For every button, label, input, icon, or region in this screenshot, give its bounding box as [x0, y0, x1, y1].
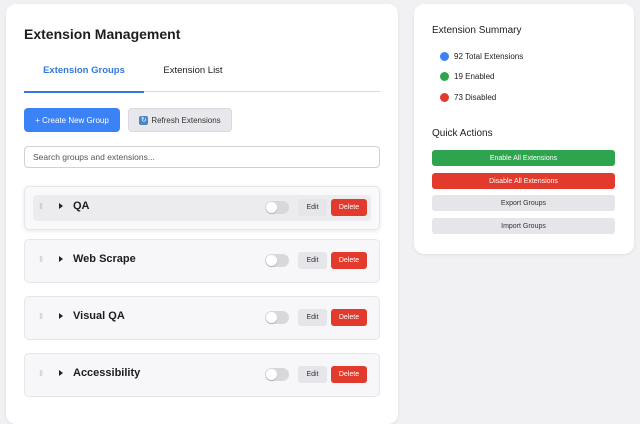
drag-handle-icon[interactable]: ⁝⁝ — [39, 203, 43, 211]
group-card-qa: ⁝⁝ QA Edit Delete — [24, 186, 380, 230]
extension-management-panel: Extension Management Extension Groups Ex… — [6, 4, 398, 424]
stat-total: 92 Total Extensions — [440, 52, 523, 61]
tab-extension-list[interactable]: Extension List — [144, 58, 242, 92]
stat-total-label: 92 Total Extensions — [454, 52, 524, 61]
edit-group-button[interactable]: Edit — [298, 309, 327, 326]
total-dot-icon — [440, 52, 449, 61]
delete-group-button[interactable]: Delete — [331, 366, 367, 383]
drag-handle-icon[interactable]: ⁝⁝ — [39, 256, 43, 264]
edit-group-button[interactable]: Edit — [298, 252, 327, 269]
import-groups-button[interactable]: Import Groups — [432, 218, 615, 234]
group-toggle[interactable] — [265, 254, 289, 267]
disable-all-button[interactable]: Disable All Extensions — [432, 173, 615, 189]
group-toggle[interactable] — [265, 368, 289, 381]
export-groups-button[interactable]: Export Groups — [432, 195, 615, 211]
stat-disabled-label: 73 Disabled — [454, 93, 497, 102]
delete-group-button[interactable]: Delete — [331, 199, 367, 216]
chevron-right-icon[interactable] — [59, 203, 63, 209]
chevron-right-icon[interactable] — [59, 313, 63, 319]
create-new-group-button[interactable]: + Create New Group — [24, 108, 120, 132]
page-title: Extension Management — [24, 26, 181, 42]
chevron-right-icon[interactable] — [59, 256, 63, 262]
group-toggle[interactable] — [265, 201, 289, 214]
enable-all-button[interactable]: Enable All Extensions — [432, 150, 615, 166]
group-toggle[interactable] — [265, 311, 289, 324]
edit-group-button[interactable]: Edit — [298, 366, 327, 383]
refresh-extensions-button[interactable]: ↻ Refresh Extensions — [128, 108, 232, 132]
tab-extension-groups[interactable]: Extension Groups — [24, 58, 144, 93]
stat-disabled: 73 Disabled — [440, 93, 496, 102]
summary-panel: Extension Summary 92 Total Extensions 19… — [414, 4, 634, 254]
group-name: Visual QA — [73, 310, 125, 322]
group-name: Accessibility — [73, 367, 141, 379]
stat-enabled-label: 19 Enabled — [454, 72, 495, 81]
stat-enabled: 19 Enabled — [440, 72, 494, 81]
search-input[interactable] — [24, 146, 380, 168]
group-name: Web Scrape — [73, 253, 136, 265]
delete-group-button[interactable]: Delete — [331, 252, 367, 269]
chevron-right-icon[interactable] — [59, 370, 63, 376]
refresh-extensions-label: Refresh Extensions — [151, 115, 221, 125]
edit-group-button[interactable]: Edit — [298, 199, 327, 216]
drag-handle-icon[interactable]: ⁝⁝ — [39, 370, 43, 378]
group-name: QA — [73, 200, 90, 212]
summary-title: Extension Summary — [432, 25, 522, 36]
group-card-accessibility: ⁝⁝ Accessibility Edit Delete — [24, 353, 380, 397]
tab-bar: Extension Groups Extension List — [24, 58, 380, 93]
group-card-web-scrape: ⁝⁝ Web Scrape Edit Delete — [24, 239, 380, 283]
quick-actions-title: Quick Actions — [432, 128, 493, 139]
drag-handle-icon[interactable]: ⁝⁝ — [39, 313, 43, 321]
delete-group-button[interactable]: Delete — [331, 309, 367, 326]
disabled-dot-icon — [440, 93, 449, 102]
refresh-icon: ↻ — [139, 115, 149, 125]
enabled-dot-icon — [440, 72, 449, 81]
group-card-visual-qa: ⁝⁝ Visual QA Edit Delete — [24, 296, 380, 340]
